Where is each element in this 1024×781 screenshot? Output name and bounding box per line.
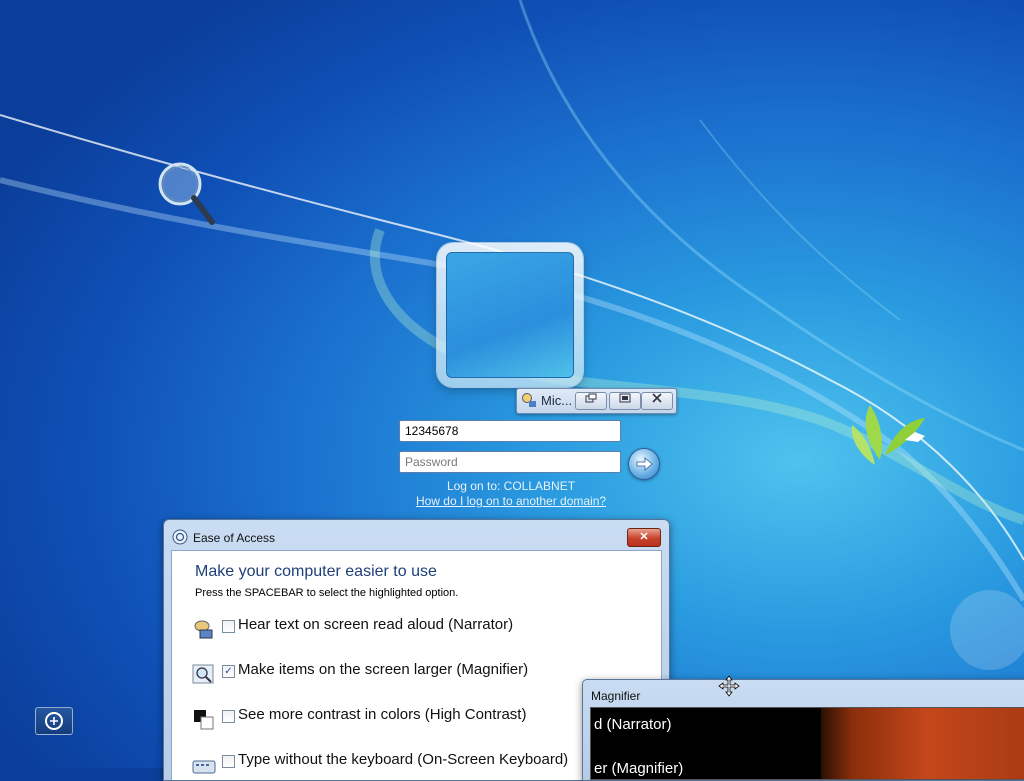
logon-domain-text: Log on to: COLLABNET	[446, 479, 576, 493]
magnifier-window[interactable]: Magnifier d (Narrator) er (Magnifier)	[582, 679, 1024, 781]
move-cursor-icon	[718, 675, 740, 697]
ease-of-access-icon	[45, 712, 63, 730]
ease-of-access-title-icon	[172, 529, 188, 545]
keyboard-label[interactable]: Type without the keyboard (On-Screen Key…	[238, 751, 568, 768]
options-icon	[619, 393, 631, 403]
magnifier-app-icon	[522, 393, 536, 407]
high-contrast-icon	[194, 710, 214, 730]
ease-of-access-button[interactable]	[35, 707, 73, 735]
option-narrator[interactable]: Hear text on screen read aloud (Narrator…	[192, 616, 612, 642]
narrator-label[interactable]: Hear text on screen read aloud (Narrator…	[238, 616, 513, 633]
magnifier-icon	[192, 664, 214, 684]
mini-magnifier-title: Mic...	[541, 393, 573, 408]
ease-of-access-titlebar[interactable]: Ease of Access ✕	[164, 520, 669, 552]
zoomed-text-line-2: er (Magnifier)	[594, 760, 684, 777]
option-on-screen-keyboard[interactable]: Type without the keyboard (On-Screen Key…	[192, 751, 612, 777]
arrow-right-icon	[636, 457, 653, 471]
narrator-checkbox[interactable]	[222, 620, 235, 633]
user-tile	[437, 243, 583, 387]
magnifier-lens-icon	[158, 162, 215, 225]
keyboard-checkbox[interactable]	[222, 755, 235, 768]
magnifier-checkbox[interactable]: ✓	[222, 665, 235, 678]
mini-magnifier-toolbar[interactable]: Mic...	[516, 388, 677, 414]
close-button[interactable]	[641, 392, 673, 410]
option-magnifier[interactable]: ✓ Make items on the screen larger (Magni…	[192, 661, 612, 687]
options-button[interactable]	[609, 392, 641, 410]
submit-arrow-button[interactable]	[628, 448, 660, 480]
page-heading: Make your computer easier to use	[195, 563, 437, 580]
option-high-contrast[interactable]: See more contrast in colors (High Contra…	[192, 706, 612, 732]
restore-icon	[585, 393, 597, 403]
narrator-icon	[194, 620, 213, 639]
close-icon	[652, 393, 662, 403]
window-close-button[interactable]: ✕	[627, 528, 661, 547]
user-picture-frame	[446, 252, 574, 378]
windows-plant-logo	[851, 405, 925, 465]
other-domain-link[interactable]: How do I log on to another domain?	[399, 494, 623, 508]
high-contrast-checkbox[interactable]	[222, 710, 235, 723]
ease-of-access-title: Ease of Access	[193, 531, 276, 545]
instruction-text: Press the SPACEBAR to select the highlig…	[195, 587, 459, 599]
magnifier-window-title: Magnifier	[591, 689, 641, 703]
zoomed-text-line-1: d (Narrator)	[594, 716, 672, 733]
high-contrast-label[interactable]: See more contrast in colors (High Contra…	[238, 706, 526, 723]
username-field[interactable]	[399, 420, 621, 442]
keyboard-icon	[192, 760, 216, 774]
magnifier-view: d (Narrator) er (Magnifier)	[590, 707, 1024, 780]
password-field[interactable]	[399, 451, 621, 473]
zoomed-desktop-area	[821, 708, 1024, 779]
magnifier-label[interactable]: Make items on the screen larger (Magnifi…	[238, 661, 528, 678]
restore-button[interactable]	[575, 392, 607, 410]
